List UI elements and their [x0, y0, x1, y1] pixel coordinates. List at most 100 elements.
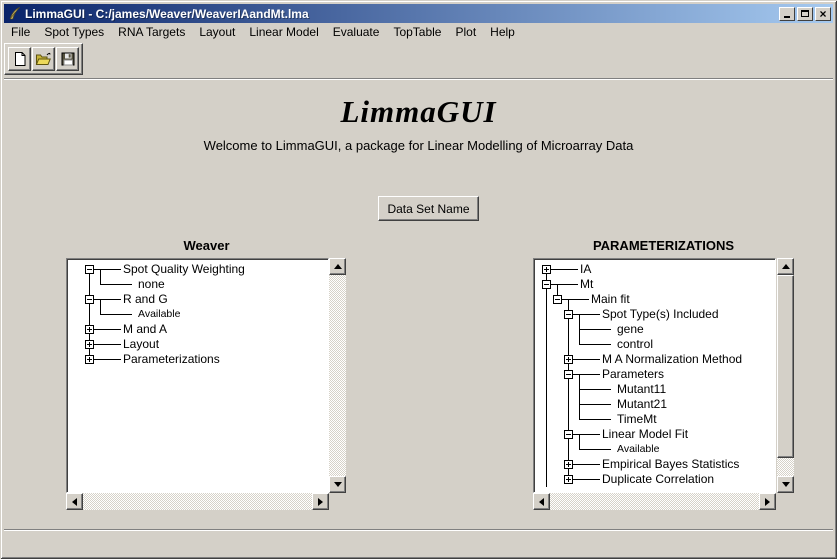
tree-node-available[interactable]: Available [534, 442, 775, 457]
scrollbar-trough[interactable] [777, 275, 794, 476]
scrollbar-trough[interactable] [83, 493, 312, 510]
tree-node-label[interactable]: Available [617, 442, 659, 457]
expand-icon[interactable] [85, 355, 94, 364]
menu-layout[interactable]: Layout [192, 23, 242, 41]
tree-node-available[interactable]: Available [67, 307, 328, 322]
expand-icon[interactable] [542, 265, 551, 274]
tree-node-label[interactable]: R and G [123, 292, 168, 307]
scrollbar-trough[interactable] [550, 493, 759, 510]
tree-node-gene[interactable]: gene [534, 322, 775, 337]
collapse-icon[interactable] [542, 280, 551, 289]
tree-node-m-a-normalization-method[interactable]: M A Normalization Method [534, 352, 775, 367]
tree-node-label[interactable]: Mt [580, 277, 593, 292]
new-file-button[interactable] [8, 47, 31, 71]
weaver-horizontal-scrollbar[interactable] [66, 493, 329, 510]
parameterizations-horizontal-scrollbar[interactable] [533, 493, 776, 510]
scroll-up-button[interactable] [329, 258, 346, 275]
titlebar[interactable]: LimmaGUI - C:/james/Weaver/WeaverIAandMt… [4, 4, 833, 23]
menu-evaluate[interactable]: Evaluate [326, 23, 387, 41]
tree-node-label[interactable]: Linear Model Fit [602, 427, 688, 442]
tree-node-label[interactable]: Parameters [602, 367, 664, 382]
tree-line [546, 472, 547, 487]
menu-rna-targets[interactable]: RNA Targets [111, 23, 192, 41]
tree-node-label[interactable]: Spot Type(s) Included [602, 307, 719, 322]
save-file-button[interactable] [56, 47, 79, 71]
arrow-down-icon [782, 482, 790, 487]
tree-node-label[interactable]: M A Normalization Method [602, 352, 742, 367]
tree-node-label[interactable]: M and A [123, 322, 167, 337]
collapse-icon[interactable] [85, 265, 94, 274]
collapse-icon[interactable] [564, 430, 573, 439]
scroll-right-button[interactable] [759, 493, 776, 510]
collapse-icon[interactable] [564, 310, 573, 319]
tree-node-label[interactable]: Main fit [591, 292, 630, 307]
menu-file[interactable]: File [4, 23, 37, 41]
parameterizations-vertical-scrollbar[interactable] [777, 258, 794, 493]
menu-help[interactable]: Help [483, 23, 522, 41]
tree-node-label[interactable]: Spot Quality Weighting [123, 262, 245, 277]
tree-node-mutant11[interactable]: Mutant11 [534, 382, 775, 397]
tree-node-none[interactable]: none [67, 277, 328, 292]
tree-node-empirical-bayes-statistics[interactable]: Empirical Bayes Statistics [534, 457, 775, 472]
tree-node-label[interactable]: gene [617, 322, 644, 337]
scroll-up-button[interactable] [777, 258, 794, 275]
open-file-button[interactable] [32, 47, 55, 71]
expand-icon[interactable] [85, 340, 94, 349]
tree-node-linear-model-fit[interactable]: Linear Model Fit [534, 427, 775, 442]
tree-node-timemt[interactable]: TimeMt [534, 412, 775, 427]
tree-node-duplicate-correlation[interactable]: Duplicate Correlation [534, 472, 775, 487]
weaver-vertical-scrollbar[interactable] [329, 258, 346, 493]
data-set-name-button[interactable]: Data Set Name [378, 196, 479, 221]
tree-node-label[interactable]: Empirical Bayes Statistics [602, 457, 739, 472]
tree-node-mutant21[interactable]: Mutant21 [534, 397, 775, 412]
tree-node-label[interactable]: TimeMt [617, 412, 657, 427]
minimize-icon [784, 16, 790, 18]
tree-line [100, 284, 132, 285]
tree-node-label[interactable]: Mutant21 [617, 397, 667, 412]
tree-node-parameters[interactable]: Parameters [534, 367, 775, 382]
collapse-icon[interactable] [85, 295, 94, 304]
menu-plot[interactable]: Plot [448, 23, 483, 41]
minimize-button[interactable] [779, 7, 795, 21]
tree-node-r-and-g[interactable]: R and G [67, 292, 328, 307]
tree-line [551, 284, 578, 285]
scroll-down-button[interactable] [329, 476, 346, 493]
maximize-icon [801, 10, 809, 17]
tree-node-ia[interactable]: IA [534, 262, 775, 277]
tree-line [579, 314, 580, 322]
tree-node-label[interactable]: Layout [123, 337, 159, 352]
tree-node-control[interactable]: control [534, 337, 775, 352]
tree-node-m-and-a[interactable]: M and A [67, 322, 328, 337]
expand-icon[interactable] [564, 355, 573, 364]
scroll-left-button[interactable] [533, 493, 550, 510]
menu-toptable[interactable]: TopTable [386, 23, 448, 41]
maximize-button[interactable] [797, 7, 813, 21]
menu-linear-model[interactable]: Linear Model [242, 23, 325, 41]
menu-spot-types[interactable]: Spot Types [37, 23, 111, 41]
tree-node-spot-quality-weighting[interactable]: Spot Quality Weighting [67, 262, 328, 277]
tree-node-main-fit[interactable]: Main fit [534, 292, 775, 307]
scrollbar-thumb[interactable] [777, 275, 794, 458]
tree-node-label[interactable]: Available [138, 307, 180, 322]
tree-node-mt[interactable]: Mt [534, 277, 775, 292]
tree-node-label[interactable]: Mutant11 [617, 382, 666, 397]
expand-icon[interactable] [564, 460, 573, 469]
close-button[interactable]: × [815, 7, 831, 21]
tree-node-label[interactable]: Duplicate Correlation [602, 472, 714, 487]
scrollbar-trough[interactable] [329, 275, 346, 476]
expand-icon[interactable] [564, 475, 573, 484]
tree-node-spot-type-s-included[interactable]: Spot Type(s) Included [534, 307, 775, 322]
tree-node-label[interactable]: none [138, 277, 165, 292]
tree-node-parameterizations[interactable]: Parameterizations [67, 352, 328, 367]
tree-node-label[interactable]: IA [580, 262, 591, 277]
collapse-icon[interactable] [564, 370, 573, 379]
tree-node-label[interactable]: Parameterizations [123, 352, 220, 367]
collapse-icon[interactable] [553, 295, 562, 304]
scroll-left-button[interactable] [66, 493, 83, 510]
tree-node-layout[interactable]: Layout [67, 337, 328, 352]
tree-node-label[interactable]: control [617, 337, 653, 352]
expand-icon[interactable] [85, 325, 94, 334]
scroll-right-button[interactable] [312, 493, 329, 510]
scroll-down-button[interactable] [777, 476, 794, 493]
tree-line [546, 442, 547, 457]
